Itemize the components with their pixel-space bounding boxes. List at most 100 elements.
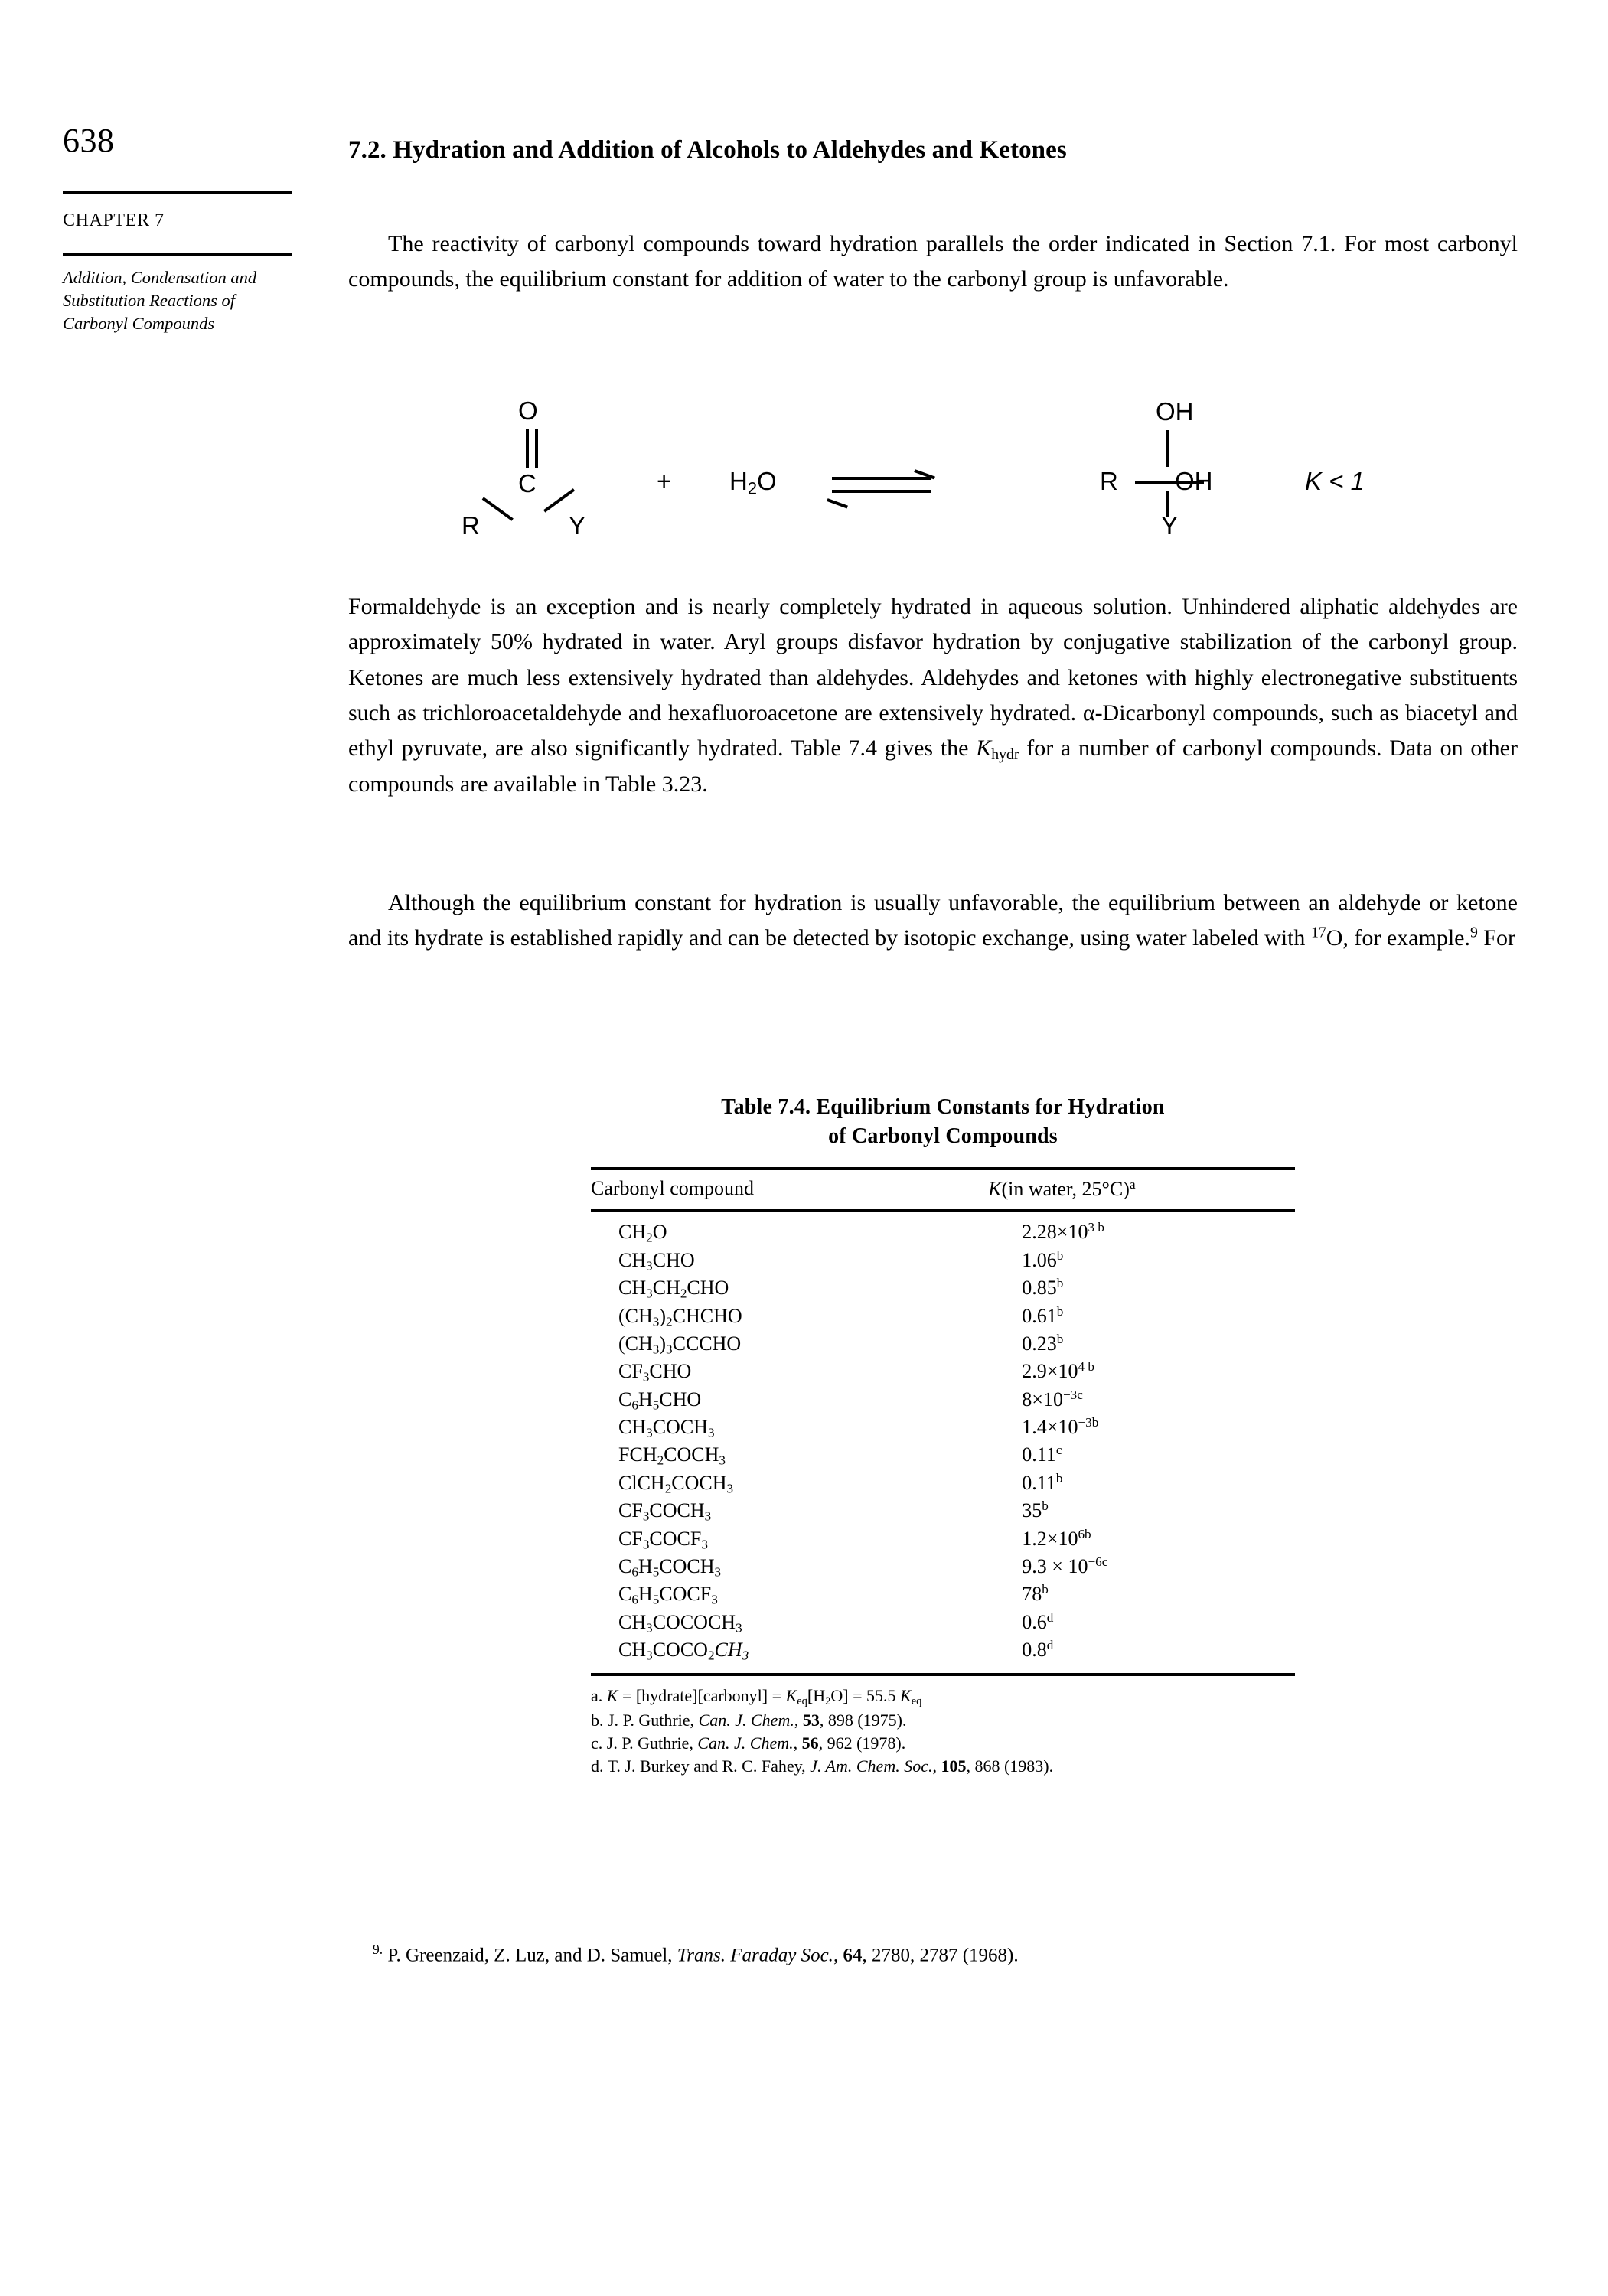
document-page: 638 CHAPTER 7 Addition, Condensation and… [0, 0, 1608, 2296]
margin-rule-bottom [63, 253, 292, 256]
cell-k-value: 0.61b [1022, 1303, 1064, 1327]
scheme-hydrate-substituent-y: Y [1161, 511, 1179, 540]
footnote-reference-9: 9 [1469, 925, 1478, 942]
table-rule-bottom [591, 1672, 1295, 1676]
table-row: C6H5CHO 8×10−3c [591, 1386, 1295, 1414]
table-row: CH3CH2CHO 0.85b [591, 1275, 1295, 1303]
paragraph-exchange-text-b: O, for example. [1326, 925, 1470, 951]
page-footnote-marker: 9. [373, 1942, 383, 1957]
paragraph-intro: The reactivity of carbonyl compounds tow… [348, 227, 1518, 298]
cell-compound: C6H5CHO [618, 1388, 702, 1413]
scheme-hydroxyl-top: OH [1156, 397, 1194, 426]
table-footnote-3: d. T. J. Burkey and R. C. Fahey, J. Am. … [591, 1756, 1054, 1776]
cell-compound: CF3COCH3 [618, 1499, 712, 1524]
cell-compound: C6H5COCH3 [618, 1554, 722, 1580]
cell-k-value: 0.8d [1022, 1638, 1054, 1661]
cell-compound: CH3COCOCH3 [618, 1610, 742, 1636]
column-header-k: K(in water, 25°C)a [988, 1177, 1136, 1200]
table-row: C6H5COCH3 9.3 × 10−6c [591, 1553, 1295, 1580]
table-row: ClCH2COCH3 0.11b [591, 1469, 1295, 1497]
page-title: 7.2. Hydration and Addition of Alcohols … [348, 136, 1067, 164]
scheme-double-bond-line-2 [535, 429, 538, 468]
cell-compound: FCH2COCH3 [618, 1443, 726, 1468]
margin-rule-top [63, 191, 292, 194]
table-footnote-0: a. K = [hydrate][carbonyl] = Keq[H2O] = … [591, 1685, 922, 1707]
table-row: CH3COCO2CH3 0.8d [591, 1637, 1295, 1665]
scheme-equilibrium-arrow-reverse [832, 490, 931, 493]
khydr-subscript: hydr [991, 746, 1019, 764]
scheme-hydrate-substituent-r: R [1100, 467, 1118, 495]
table-row: C6H5COCF3 78b [591, 1581, 1295, 1609]
scheme-substituent-y: Y [569, 511, 586, 540]
cell-k-value: 1.4×10−3b [1022, 1415, 1099, 1438]
table-caption-line-1: Table 7.4. Equilibrium Constants for Hyd… [721, 1095, 1165, 1119]
cell-k-value: 0.23b [1022, 1331, 1064, 1355]
scheme-substituent-r: R [462, 511, 480, 540]
paragraph-exchange-text-c: For [1477, 925, 1516, 951]
table-row: (CH3)2CHCHO 0.61b [591, 1303, 1295, 1330]
chapter-running-title: Addition, Condensation and Substitution … [63, 268, 257, 333]
table-footnote-2: c. J. P. Guthrie, Can. J. Chem., 56, 962… [591, 1733, 906, 1753]
table-row: CH2O 2.28×103 b [591, 1219, 1295, 1247]
cell-compound: (CH3)2CHCHO [618, 1304, 742, 1329]
cell-k-value: 0.85b [1022, 1276, 1064, 1300]
scheme-equilibrium-note: K < 1 [1305, 467, 1365, 495]
cell-k-value: 9.3 × 10−6c [1022, 1554, 1108, 1577]
table-row: CH3COCH3 1.4×10−3b [591, 1414, 1295, 1442]
khydr-symbol: K [976, 735, 992, 762]
column-header-compound: Carbonyl compound [591, 1177, 755, 1200]
table-row: CF3CHO 2.9×104 b [591, 1358, 1295, 1386]
table-row: CH3CHO 1.06b [591, 1247, 1295, 1274]
cell-compound: (CH3)3CCCHO [618, 1332, 742, 1357]
cell-k-value: 8×10−3c [1022, 1387, 1083, 1411]
equilibrium-constants-body: CH2O 2.28×103 b CH3CHO 1.06b CH3CH2CHO 0.85b (… [591, 1219, 1295, 1665]
table-row: FCH2COCH3 0.11c [591, 1442, 1295, 1469]
cell-compound: CH2O [618, 1221, 667, 1245]
page-footnote-9: 9. P. Greenzaid, Z. Luz, and D. Samuel, … [373, 1941, 1368, 1968]
cell-compound: CF3CHO [618, 1360, 692, 1384]
cell-k-value: 2.28×103 b [1022, 1220, 1104, 1244]
cell-k-value: 35b [1022, 1499, 1049, 1522]
scheme-bond-vertical-top [1166, 430, 1169, 467]
scheme-equilibrium-arrow-forward [832, 477, 931, 480]
table-row: CF3COCH3 35b [591, 1498, 1295, 1525]
cell-k-value: 78b [1022, 1582, 1049, 1606]
paragraph-exchange: Although the equilibrium constant for hy… [348, 885, 1518, 957]
table-footnotes: a. K = [hydrate][carbonyl] = Keq[H2O] = … [591, 1684, 1295, 1778]
table-row: (CH3)3CCCHO 0.23b [591, 1330, 1295, 1358]
cell-compound: CH3CH2CHO [618, 1277, 729, 1301]
table-7-4: Table 7.4. Equilibrium Constants for Hyd… [591, 1093, 1295, 1778]
cell-k-value: 1.06b [1022, 1247, 1064, 1271]
table-caption: Table 7.4. Equilibrium Constants for Hyd… [591, 1093, 1295, 1150]
scheme-water-molecule: H2O [729, 467, 777, 498]
cell-k-value: 2.9×104 b [1022, 1359, 1094, 1383]
reaction-scheme: O C R Y + H2O OH R OH Y K < 1 [348, 398, 1518, 543]
scheme-bond-r [481, 497, 514, 521]
chapter-label: CHAPTER 7 [63, 210, 165, 230]
scheme-double-bond-line-1 [526, 429, 529, 468]
cell-k-value: 0.11b [1022, 1470, 1063, 1494]
table-row: CF3COCF3 1.2×106b [591, 1525, 1295, 1553]
scheme-atom-oxygen: O [518, 396, 538, 425]
page-number: 638 [63, 122, 115, 159]
scheme-arrowhead-reverse [827, 498, 848, 508]
cell-compound: CH3CHO [618, 1248, 695, 1274]
equilibrium-constants-table: Carbonyl compound K(in water, 25°C)a [591, 1170, 1295, 1209]
cell-k-value: 0.11c [1022, 1443, 1062, 1466]
table-footnote-1: b. J. P. Guthrie, Can. J. Chem., 53, 898… [591, 1711, 907, 1730]
cell-compound: CH3COCH3 [618, 1416, 715, 1440]
cell-k-value: 1.2×106b [1022, 1526, 1091, 1550]
paragraph-hydration-extent: Formaldehyde is an exception and is near… [348, 589, 1518, 802]
cell-compound: CF3COCF3 [618, 1527, 708, 1551]
page-footnote-text: P. Greenzaid, Z. Luz, and D. Samuel, Tra… [383, 1945, 1019, 1966]
cell-compound: C6H5COCF3 [618, 1583, 718, 1607]
scheme-plus-sign: + [657, 467, 672, 495]
table-header-row: Carbonyl compound K(in water, 25°C)a [591, 1170, 1295, 1209]
paragraph-intro-text: The reactivity of carbonyl compounds tow… [348, 231, 1518, 292]
table-row: CH3COCOCH3 0.6d [591, 1609, 1295, 1636]
table-caption-line-2: of Carbonyl Compounds [828, 1124, 1058, 1148]
scheme-atom-carbon: C [518, 469, 537, 497]
cell-k-value: 0.6d [1022, 1609, 1054, 1633]
isotope-label: 17 [1310, 925, 1326, 942]
cell-compound: CH3COCO2CH3 [618, 1639, 749, 1663]
